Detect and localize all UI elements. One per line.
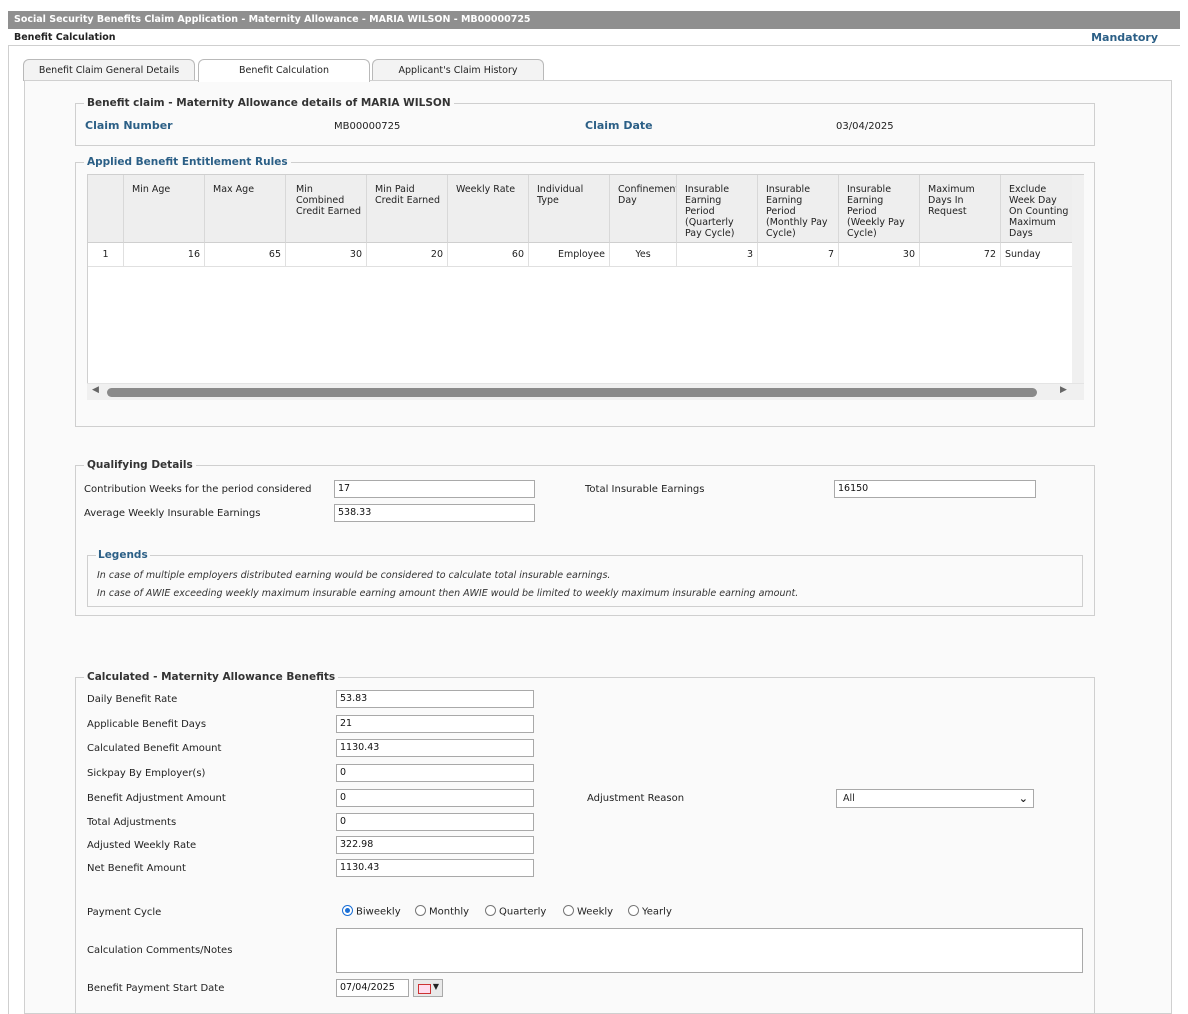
daily-benefit-rate-field[interactable]: 53.83 [336, 690, 534, 708]
calculated-legend: Calculated - Maternity Allowance Benefit… [87, 671, 336, 683]
grid-cell-confinement-day: Yes [610, 243, 677, 267]
grid-cell-min-age: 16 [124, 243, 205, 267]
grid-cell-exclude-weekday: Sunday [1001, 243, 1073, 267]
payment-cycle-monthly-label: Monthly [429, 906, 470, 918]
payment-cycle-quarterly[interactable]: Quarterly [485, 905, 547, 918]
comments-textarea[interactable] [336, 928, 1083, 973]
grid-header-min-paid-credit[interactable]: Min Paid Credit Earned [367, 175, 448, 243]
section-title: Benefit Calculation [8, 29, 1180, 46]
legend-note-1: In case of multiple employers distribute… [97, 570, 611, 581]
scroll-right-icon[interactable]: ▶ [1060, 385, 1067, 395]
grid-header-weekly-rate[interactable]: Weekly Rate [448, 175, 529, 243]
claim-date-value: 03/04/2025 [836, 121, 894, 132]
adjusted-weekly-rate-label: Adjusted Weekly Rate [87, 840, 197, 851]
adjustment-reason-select[interactable]: All ⌄ [836, 789, 1034, 808]
adjustment-amount-field[interactable]: 0 [336, 789, 534, 807]
payment-cycle-yearly-label: Yearly [642, 906, 672, 918]
grid-header-individual-type[interactable]: Individual Type [529, 175, 610, 243]
payment-cycle-monthly[interactable]: Monthly [415, 905, 470, 918]
tab-benefit-calculation[interactable]: Benefit Calculation [198, 59, 370, 82]
grid-cell-max-days: 72 [920, 243, 1001, 267]
awie-label: Average Weekly Insurable Earnings [84, 508, 261, 519]
grid-header-max-age[interactable]: Max Age [205, 175, 286, 243]
grid-cell-individual-type: Employee [529, 243, 610, 267]
grid-vertical-scrollbar[interactable] [1072, 175, 1084, 383]
radio-icon[interactable] [415, 905, 426, 916]
total-insurable-label: Total Insurable Earnings [585, 484, 705, 495]
daily-benefit-rate-label: Daily Benefit Rate [87, 694, 178, 705]
adjusted-weekly-rate-field[interactable]: 322.98 [336, 836, 534, 854]
grid-cell-weekly-rate: 60 [448, 243, 529, 267]
grid-horizontal-scrollbar[interactable]: ◀ ▶ [87, 383, 1084, 400]
scroll-left-icon[interactable]: ◀ [92, 385, 99, 395]
total-insurable-field[interactable]: 16150 [834, 480, 1036, 498]
grid-cell-insurable-weekly: 30 [839, 243, 920, 267]
date-picker-button[interactable]: ▼ [413, 979, 443, 997]
contribution-weeks-label: Contribution Weeks for the period consid… [84, 484, 312, 495]
applicable-days-label: Applicable Benefit Days [87, 719, 207, 730]
net-benefit-field[interactable]: 1130.43 [336, 859, 534, 877]
contribution-weeks-field[interactable]: 17 [334, 480, 535, 498]
tab-benefit-claim-general-details[interactable]: Benefit Claim General Details [23, 59, 195, 81]
tab-applicants-claim-history[interactable]: Applicant's Claim History [372, 59, 544, 81]
grid-cell-min-paid-credit: 20 [367, 243, 448, 267]
rules-grid: Min Age Max Age Min Combined Credit Earn… [87, 174, 1084, 400]
scrollbar-thumb[interactable] [107, 388, 1037, 397]
radio-icon[interactable] [563, 905, 574, 916]
total-adjustments-field[interactable]: 0 [336, 813, 534, 831]
rules-legend: Applied Benefit Entitlement Rules [87, 156, 288, 168]
sickpay-label: Sickpay By Employer(s) [87, 768, 206, 779]
grid-header-min-age[interactable]: Min Age [124, 175, 205, 243]
claim-number-label: Claim Number [85, 119, 173, 132]
grid-cell-index: 1 [88, 243, 124, 267]
legends-title: Legends [98, 549, 148, 561]
adjustment-reason-label: Adjustment Reason [587, 793, 685, 804]
calendar-icon [418, 984, 431, 994]
payment-cycle-quarterly-label: Quarterly [499, 906, 547, 918]
adjustment-amount-label: Benefit Adjustment Amount [87, 793, 226, 804]
payment-cycle-weekly-label: Weekly [577, 906, 614, 918]
calculated-amount-label: Calculated Benefit Amount [87, 743, 222, 754]
radio-icon[interactable] [628, 905, 639, 916]
grid-header-insurable-quarterly[interactable]: Insurable Earning Period (Quarterly Pay … [677, 175, 758, 243]
applicable-days-field[interactable]: 21 [336, 715, 534, 733]
left-border [8, 46, 9, 1014]
calculated-amount-field[interactable]: 1130.43 [336, 739, 534, 757]
grid-header-exclude-weekday[interactable]: Exclude Week Day On Counting Maximum Day… [1001, 175, 1073, 243]
awie-field[interactable]: 538.33 [334, 504, 535, 522]
caret-down-icon: ▼ [432, 982, 439, 991]
grid-header-index [88, 175, 124, 243]
payment-cycle-label: Payment Cycle [87, 907, 162, 918]
grid-header-max-days[interactable]: Maximum Days In Request [920, 175, 1001, 243]
grid-header-min-combined-credit[interactable]: Min Combined Credit Earned [286, 175, 367, 243]
comments-label: Calculation Comments/Notes [87, 945, 233, 956]
start-date-field[interactable]: 07/04/2025 [336, 979, 409, 997]
claim-date-label: Claim Date [585, 119, 653, 132]
net-benefit-label: Net Benefit Amount [87, 863, 186, 874]
mandatory-link[interactable]: Mandatory [1091, 31, 1158, 44]
window-title: Social Security Benefits Claim Applicati… [8, 11, 1180, 29]
grid-cell-max-age: 65 [205, 243, 286, 267]
start-date-label: Benefit Payment Start Date [87, 983, 225, 994]
payment-cycle-biweekly[interactable]: Biweekly [342, 905, 401, 918]
grid-cell-insurable-monthly: 7 [758, 243, 839, 267]
adjustment-reason-value: All [843, 793, 855, 804]
payment-cycle-biweekly-label: Biweekly [356, 906, 401, 918]
legend-note-2: In case of AWIE exceeding weekly maximum… [97, 588, 799, 599]
chevron-down-icon: ⌄ [1018, 792, 1028, 805]
claim-number-value: MB00000725 [334, 121, 401, 132]
sickpay-field[interactable]: 0 [336, 764, 534, 782]
radio-selected-icon[interactable] [342, 905, 353, 916]
payment-cycle-weekly[interactable]: Weekly [563, 905, 614, 918]
radio-icon[interactable] [485, 905, 496, 916]
grid-header-insurable-weekly[interactable]: Insurable Earning Period (Weekly Pay Cyc… [839, 175, 920, 243]
total-adjustments-label: Total Adjustments [87, 817, 177, 828]
payment-cycle-yearly[interactable]: Yearly [628, 905, 672, 918]
grid-cell-min-combined-credit: 30 [286, 243, 367, 267]
grid-header-insurable-monthly[interactable]: Insurable Earning Period (Monthly Pay Cy… [758, 175, 839, 243]
claim-details-legend: Benefit claim - Maternity Allowance deta… [87, 97, 451, 109]
grid-header-confinement-day[interactable]: Confinement Day [610, 175, 677, 243]
qualifying-legend: Qualifying Details [87, 459, 193, 471]
grid-cell-insurable-quarterly: 3 [677, 243, 758, 267]
